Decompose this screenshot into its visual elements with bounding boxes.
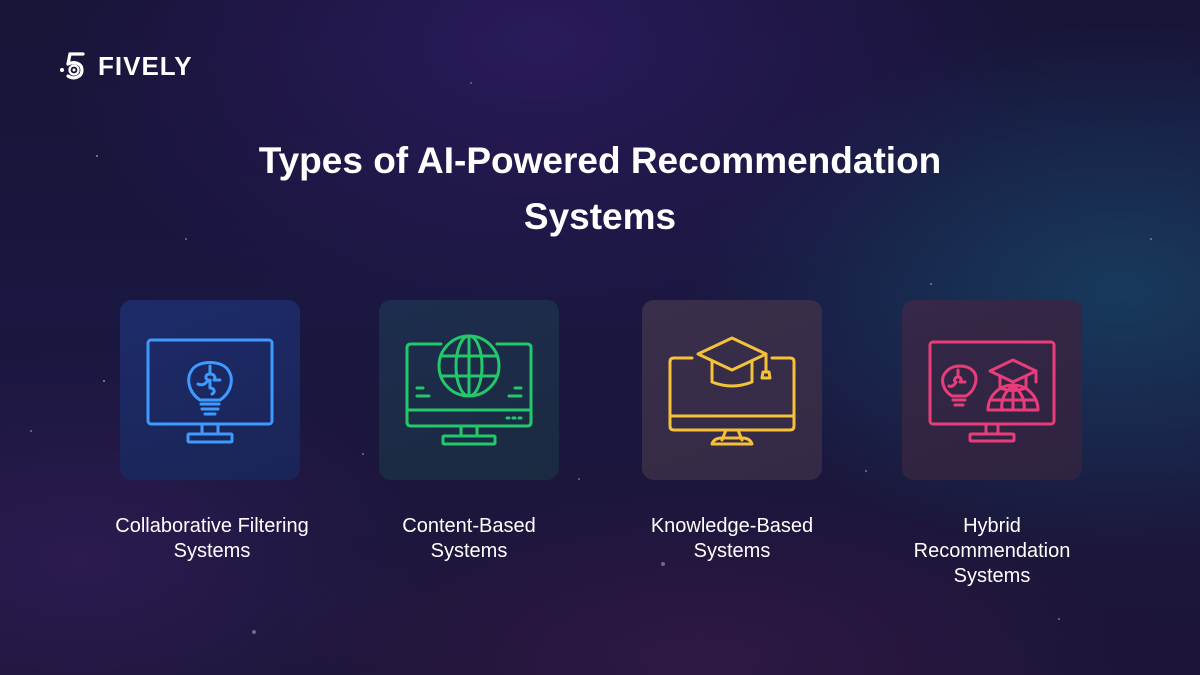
card-label-line: Recommendation [913, 540, 1071, 562]
card-label-line: Content-Based [402, 515, 536, 537]
star [1150, 238, 1152, 240]
card-collaborative-filtering[interactable] [120, 300, 300, 480]
star [30, 430, 32, 432]
star [930, 283, 932, 285]
star [96, 155, 98, 157]
star [362, 453, 364, 455]
card-content-based[interactable] [379, 300, 559, 480]
star [185, 238, 187, 240]
page-title-line-2: Systems [523, 196, 677, 237]
monitor-bulb-cap-globe-icon [928, 340, 1056, 443]
card-hybrid-recommendation[interactable] [902, 300, 1082, 480]
star [103, 380, 105, 382]
card-label-line: Systems [173, 540, 251, 562]
star [1058, 618, 1060, 620]
card-label-collaborative-filtering: Collaborative Filtering Systems [82, 514, 342, 564]
card-label-knowledge-based: Knowledge-Based Systems [602, 514, 862, 564]
fively-5-logo-icon [60, 52, 85, 80]
card-label-hybrid-recommendation: Hybrid Recommendation Systems [862, 514, 1122, 589]
card-label-line: Systems [953, 565, 1031, 587]
card-knowledge-based[interactable] [642, 300, 822, 480]
page-title: Types of AI-Powered Recommendation Syste… [200, 133, 1000, 245]
card-label-line: Knowledge-Based [650, 515, 814, 537]
star [252, 630, 256, 634]
page-title-line-1: Types of AI-Powered Recommendation [258, 140, 942, 181]
card-label-line: Systems [430, 540, 508, 562]
card-label-content-based: Content-Based Systems [339, 514, 599, 564]
card-label-line: Collaborative Filtering [115, 515, 309, 537]
star [865, 470, 867, 472]
star [578, 478, 580, 480]
brand-logo[interactable]: FIVELY [58, 50, 193, 82]
star [470, 82, 472, 84]
card-label-line: Systems [693, 540, 771, 562]
brand-name: FIVELY [98, 50, 193, 81]
monitor-lightbulb-puzzle-icon [146, 338, 274, 444]
card-label-line: Hybrid [963, 515, 1021, 537]
monitor-graduation-cap-icon [668, 336, 796, 446]
monitor-globe-icon [405, 334, 533, 446]
